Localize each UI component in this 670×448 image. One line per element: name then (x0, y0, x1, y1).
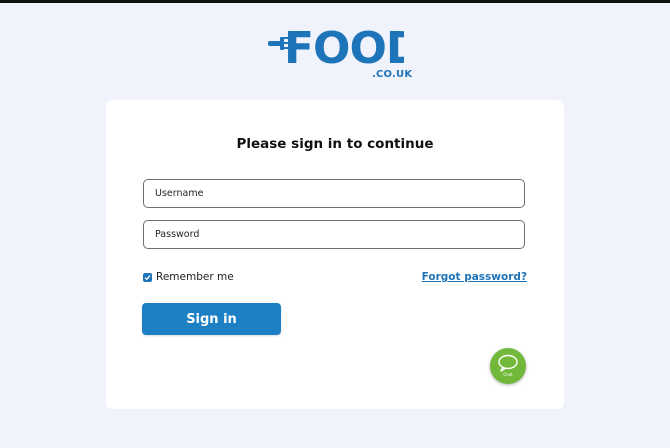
chat-label: Chat (503, 372, 513, 377)
checkmark-icon (144, 274, 151, 280)
password-field-wrapper (143, 220, 525, 249)
chat-bubble-icon (498, 354, 518, 372)
sign-in-button[interactable]: Sign in (142, 303, 281, 335)
remember-checkbox[interactable] (143, 272, 152, 282)
remember-label: Remember me (156, 271, 234, 283)
brand-logo[interactable]: FOOD .CO.UK (266, 24, 412, 82)
chat-button[interactable]: Chat (490, 348, 526, 384)
username-input[interactable] (144, 180, 524, 207)
brand-tld: .CO.UK (372, 69, 413, 80)
fork-icon: FOOD (268, 24, 404, 68)
username-field-wrapper (143, 179, 525, 208)
login-card: Please sign in to continue Remember me F… (106, 100, 564, 409)
remember-me[interactable]: Remember me (143, 271, 234, 283)
brand-name: FOOD (284, 24, 404, 68)
password-input[interactable] (144, 221, 524, 248)
forgot-password-link[interactable]: Forgot password? (422, 271, 527, 283)
top-border (0, 0, 670, 3)
form-title: Please sign in to continue (236, 136, 434, 152)
